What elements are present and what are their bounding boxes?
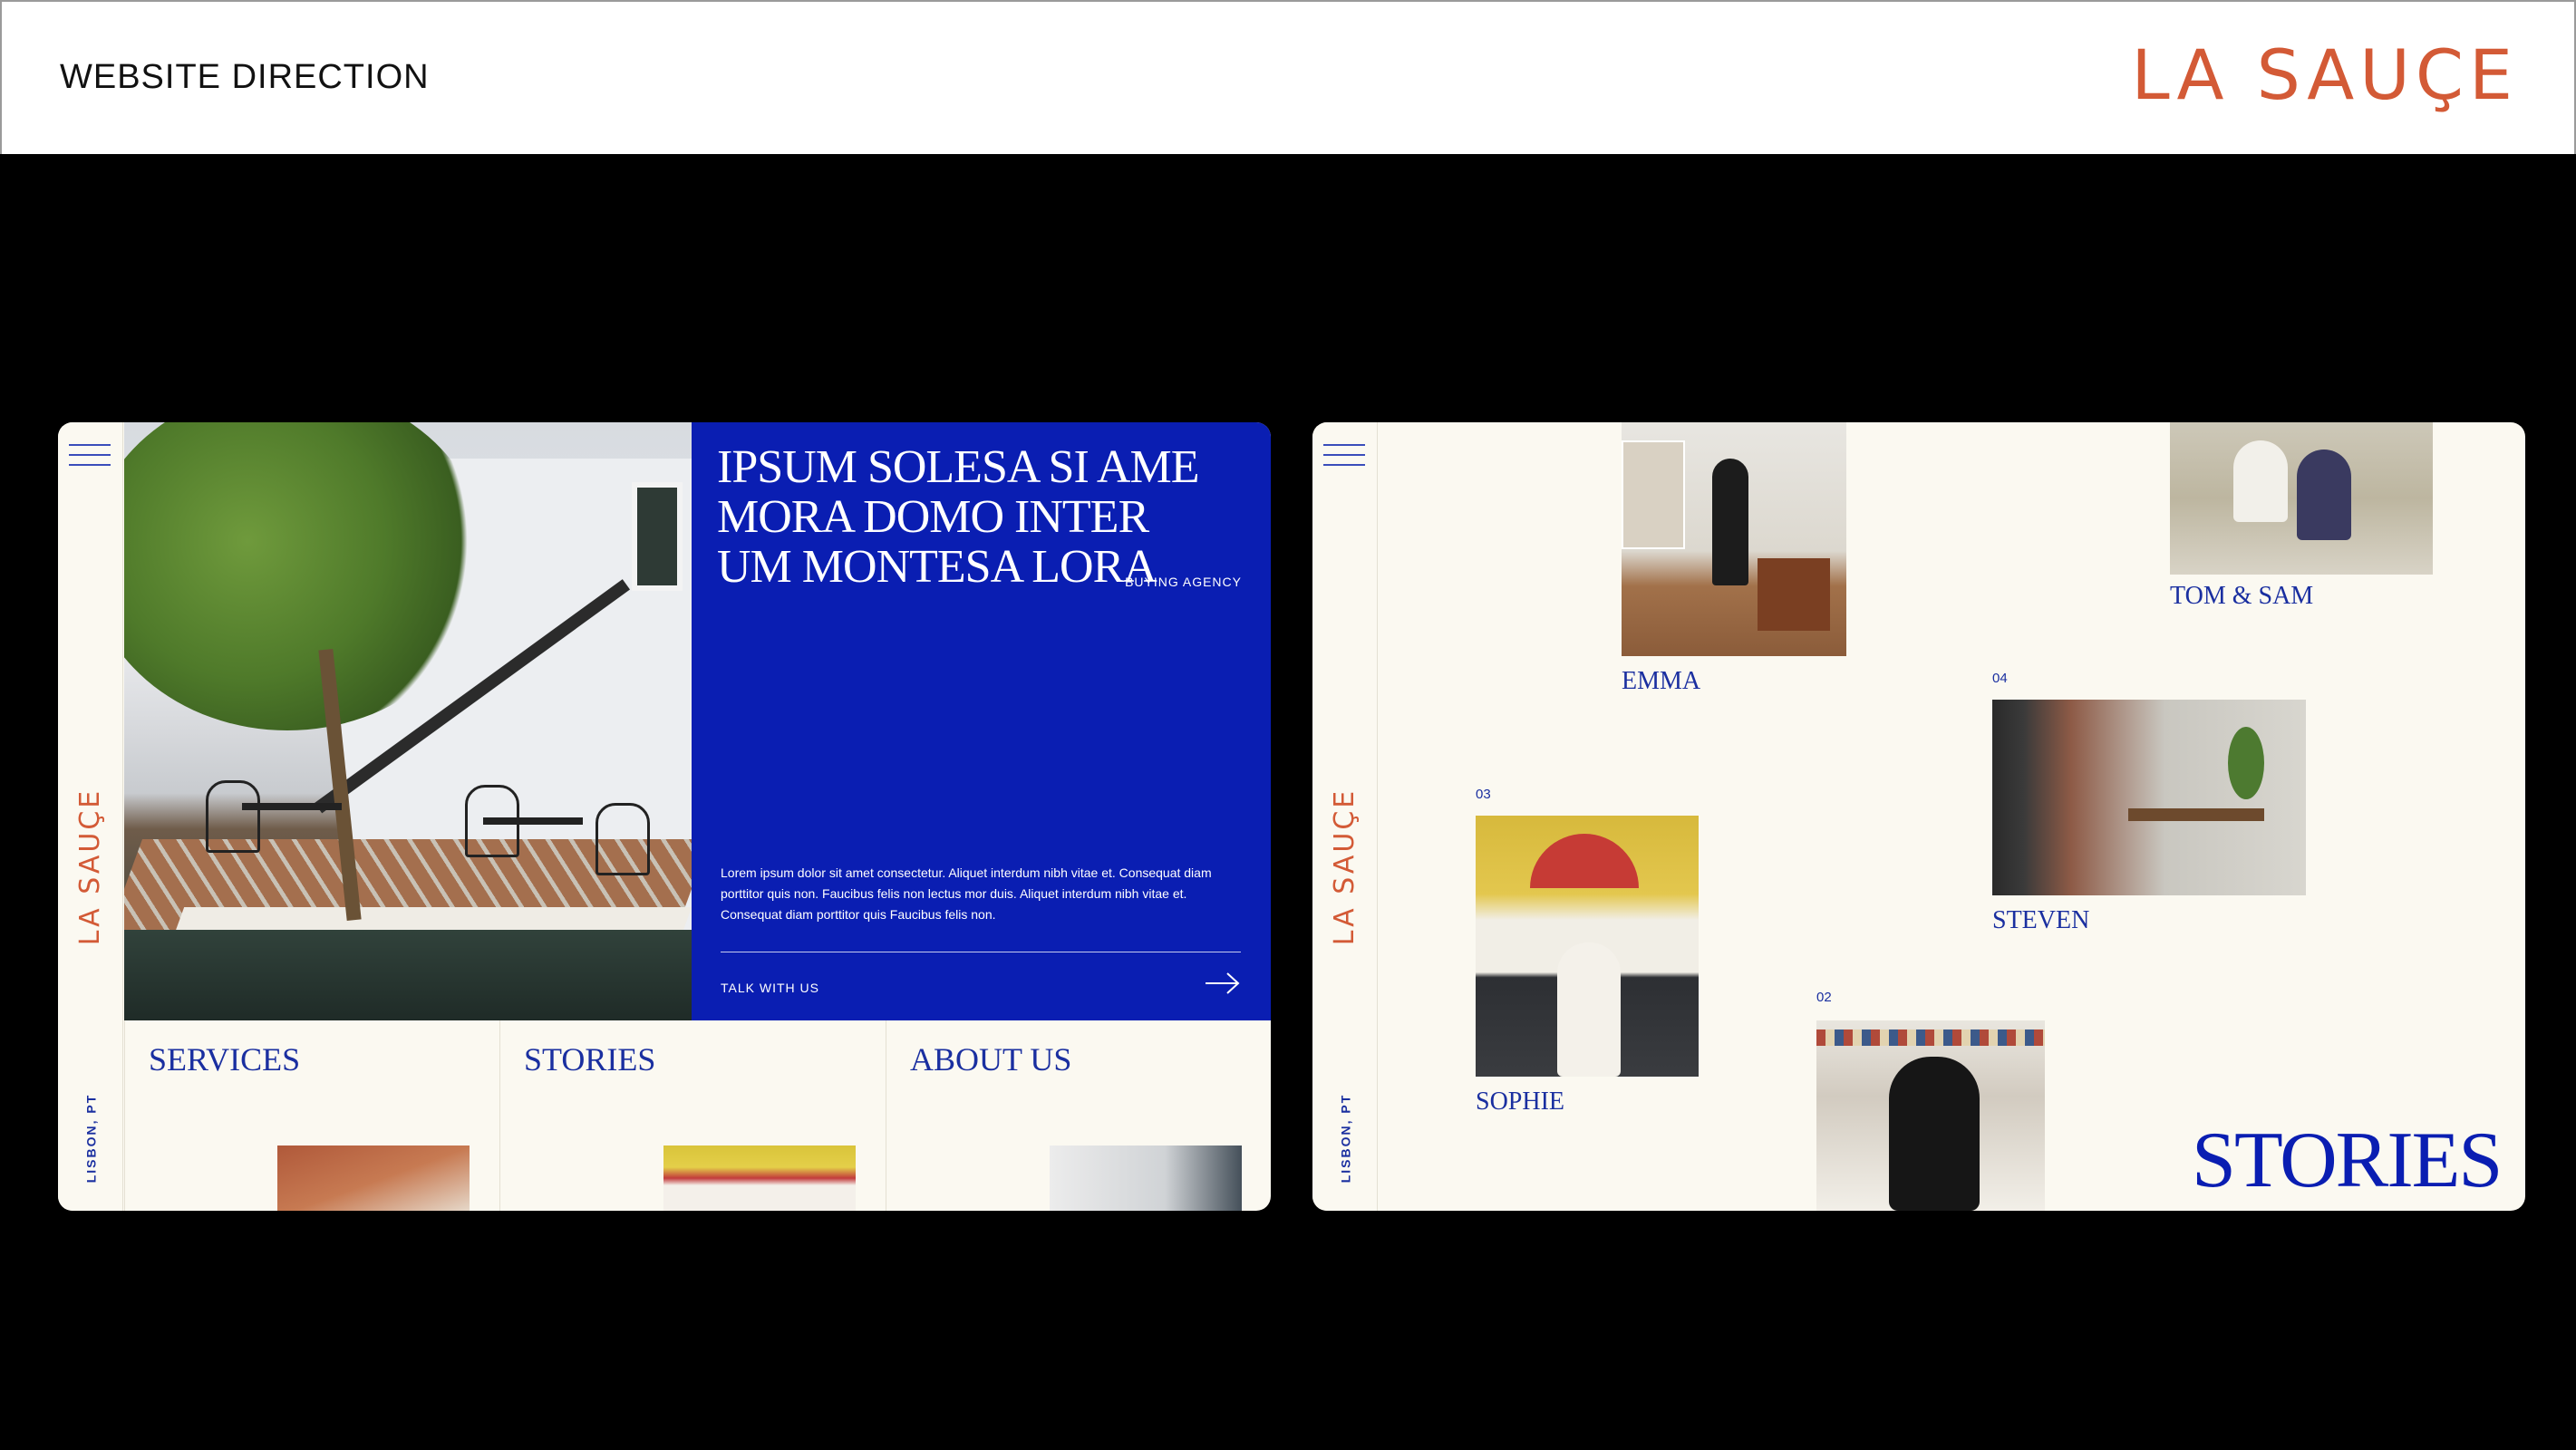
nav-label[interactable]: ABOUT US (910, 1040, 1071, 1078)
rail-brand: LA SAUÇE (74, 788, 107, 945)
hamburger-icon[interactable] (1323, 444, 1365, 469)
side-rail: LA SAUÇE LISBON, PT (58, 422, 123, 1211)
story-number: 03 (1476, 787, 1491, 802)
hero-body: Lorem ipsum dolor sit amet consectetur. … (721, 865, 1212, 922)
story-name-emma[interactable]: EMMA (1622, 667, 1700, 696)
homepage-mockup: LA SAUÇE LISBON, PT IPSUM SOLESA SI AME … (58, 422, 1271, 1211)
about-thumbnail (1050, 1146, 1242, 1211)
story-number: 04 (1992, 671, 2008, 686)
story-photo-sophie[interactable] (1476, 816, 1699, 1077)
stories-page-title: STORIES (2192, 1116, 2503, 1204)
slide-title: WEBSITE DIRECTION (60, 58, 430, 96)
story-photo-emma[interactable] (1622, 422, 1846, 656)
story-photo-tom-sam[interactable] (2170, 422, 2433, 575)
story-photo-02[interactable] (1816, 1020, 2045, 1211)
hero-panel: IPSUM SOLESA SI AME MORA DOMO INTER UM M… (692, 422, 1271, 1020)
hamburger-icon[interactable] (69, 444, 111, 469)
stories-thumbnail (663, 1146, 856, 1211)
nav-label[interactable]: SERVICES (149, 1040, 300, 1078)
story-photo-steven[interactable] (1992, 700, 2306, 895)
services-thumbnail (277, 1146, 470, 1211)
rail-brand: LA SAUÇE (1329, 788, 1361, 945)
presentation-header: WEBSITE DIRECTION LA SAUÇE (0, 0, 2576, 154)
story-name-sophie[interactable]: SOPHIE (1476, 1088, 1564, 1116)
side-rail: LA SAUÇE LISBON, PT (1312, 422, 1378, 1211)
rail-location: LISBON, PT (1338, 1093, 1352, 1184)
nav-label[interactable]: STORIES (524, 1040, 655, 1078)
hero-headline: IPSUM SOLESA SI AME MORA DOMO INTER UM M… (717, 441, 1199, 593)
brand-logo: LA SAUÇE (2131, 34, 2518, 115)
story-number: 02 (1816, 990, 1832, 1005)
stories-page-mockup: LA SAUÇE LISBON, PT EMMA TOM & SAM 04 ST… (1312, 422, 2525, 1211)
story-name-tom-sam[interactable]: TOM & SAM (2170, 582, 2313, 611)
courtyard-photo (124, 422, 692, 1020)
hero-tag: BUYING AGENCY (1125, 575, 1242, 589)
arrow-right-icon[interactable] (1204, 970, 1242, 997)
rail-location: LISBON, PT (83, 1093, 98, 1184)
talk-with-us-link[interactable]: TALK WITH US (721, 981, 819, 995)
story-name-steven[interactable]: STEVEN (1992, 906, 2089, 935)
